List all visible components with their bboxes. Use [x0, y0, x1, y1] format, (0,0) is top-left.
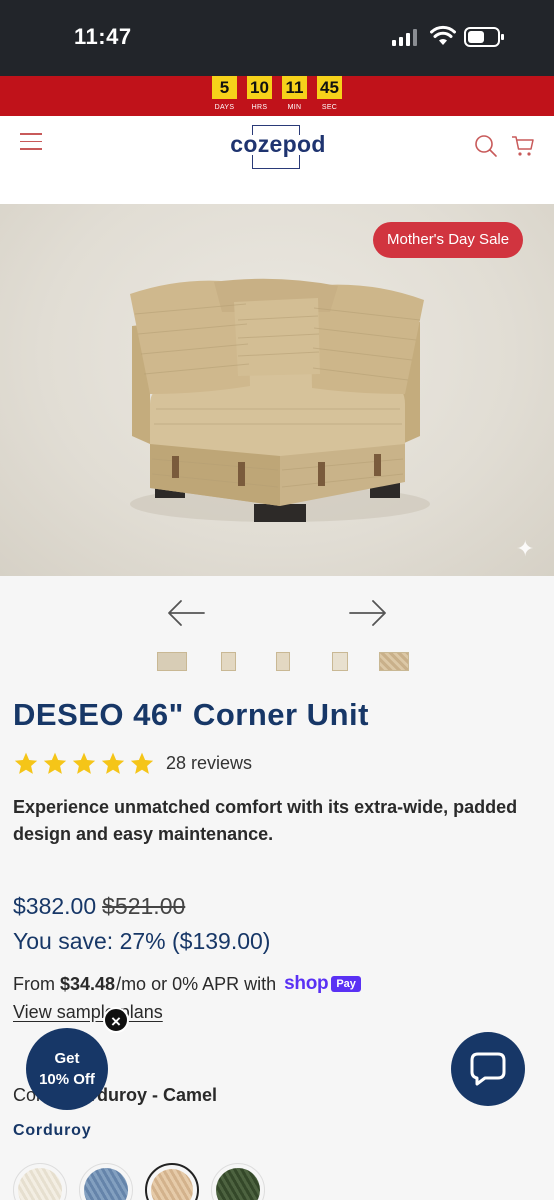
material-heading: Corduroy: [13, 1122, 92, 1139]
thumbnail-4[interactable]: [332, 652, 348, 671]
star-icon: [43, 752, 67, 774]
shop-pay-pill: Pay: [331, 976, 361, 992]
swatch-green[interactable]: [211, 1163, 265, 1200]
product-rating[interactable]: 28 reviews: [13, 751, 252, 776]
countdown-days: 5 DAYS: [212, 76, 237, 116]
thumbnail-2[interactable]: [221, 652, 236, 671]
shop-pay-installments: From $34.48 /mo or 0% APR with shop Pay: [13, 973, 361, 995]
compare-price: $521.00: [102, 893, 186, 919]
battery-icon: [464, 27, 504, 47]
savings-text: You save: 27% ($139.00): [13, 928, 271, 954]
status-time: 11:47: [74, 24, 132, 49]
hamburger-menu-icon[interactable]: [20, 133, 42, 151]
wifi-icon: [430, 25, 456, 45]
countdown-hours: 10 HRS: [247, 76, 272, 116]
search-icon[interactable]: [474, 134, 498, 158]
swatch-camel[interactable]: [145, 1163, 199, 1200]
close-promo-icon[interactable]: ×: [103, 1007, 129, 1033]
review-count-link[interactable]: 28 reviews: [166, 753, 252, 774]
countdown-seconds: 45 SEC: [317, 76, 342, 116]
star-icon: [130, 752, 154, 774]
product-image[interactable]: Mother's Day Sale ✦: [0, 204, 554, 576]
sale-countdown: 5 DAYS 10 HRS 11 MIN 45 SEC: [0, 76, 554, 116]
previous-image-arrow-icon[interactable]: [166, 598, 206, 628]
color-swatches: [13, 1163, 265, 1200]
star-icon: [14, 752, 38, 774]
chat-icon: [470, 1052, 506, 1086]
image-thumbnails: [0, 652, 554, 672]
shop-pay-logo: shop: [284, 973, 329, 994]
star-icon: [101, 752, 125, 774]
site-header: cozepod: [0, 116, 554, 204]
next-image-arrow-icon[interactable]: [348, 598, 388, 628]
sparkle-icon: ✦: [516, 536, 535, 561]
cart-icon[interactable]: [511, 134, 535, 158]
chat-button[interactable]: [451, 1032, 525, 1106]
star-icon: [72, 752, 96, 774]
discount-promo-button[interactable]: Get 10% Off: [26, 1028, 108, 1110]
swatch-ivory[interactable]: [13, 1163, 67, 1200]
sale-badge: Mother's Day Sale: [373, 222, 524, 258]
sale-price: $382.00: [13, 893, 97, 919]
view-sample-plans-link[interactable]: View sample plans: [13, 1002, 163, 1023]
thumbnail-1[interactable]: [157, 652, 187, 671]
thumbnail-5[interactable]: [379, 652, 409, 671]
product-description: Experience unmatched comfort with its ex…: [13, 797, 518, 844]
swatch-blue[interactable]: [79, 1163, 133, 1200]
star-rating: [13, 751, 155, 776]
price-row: $382.00 $521.00: [13, 893, 185, 920]
status-bar: 11:47: [0, 0, 554, 76]
countdown-minutes: 11 MIN: [282, 76, 307, 116]
signal-icon: [392, 28, 417, 46]
corner-sofa-illustration: [130, 278, 430, 522]
thumbnail-3[interactable]: [276, 652, 290, 671]
product-title: DESEO 46" Corner Unit: [13, 697, 369, 732]
installment-amount: $34.48: [60, 973, 116, 994]
site-logo[interactable]: cozepod: [226, 125, 330, 169]
